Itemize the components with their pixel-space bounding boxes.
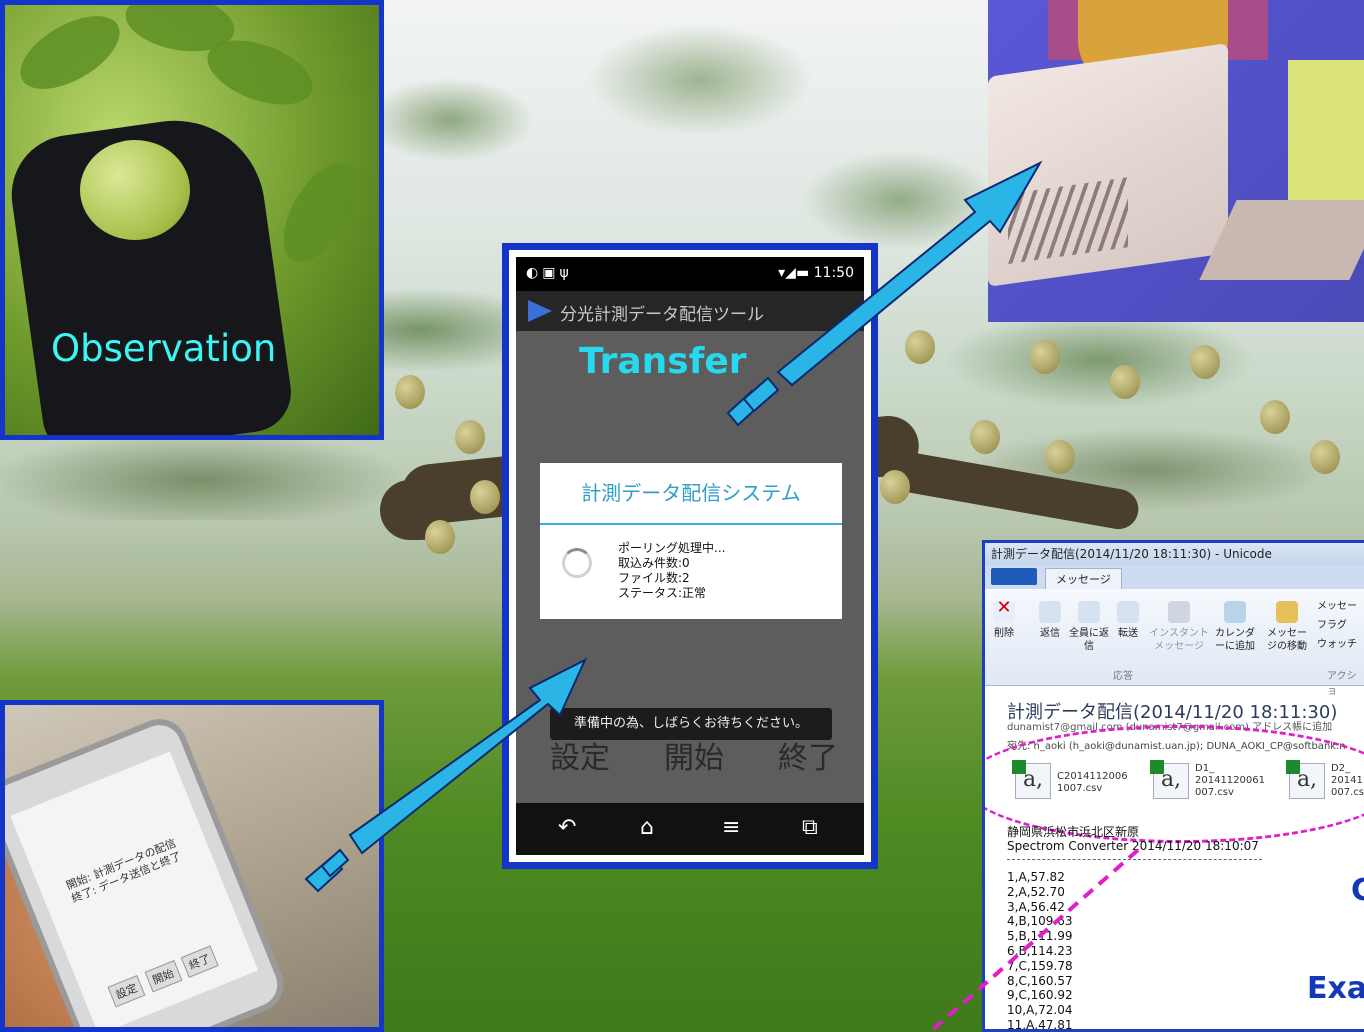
data-row: 3,A,56.42 bbox=[1007, 899, 1065, 914]
reply-all-label: 全員に返信 bbox=[1069, 628, 1109, 652]
transfer-label: Transfer bbox=[579, 341, 747, 382]
email-body-header: 静岡県浜松市浜北区新原 Spectrom Converter 2014/11/2… bbox=[1007, 825, 1259, 853]
pc-clipart bbox=[988, 0, 1364, 322]
folder-icon bbox=[1276, 601, 1298, 623]
instant-message-button[interactable]: インスタントメッセージ bbox=[1149, 601, 1209, 653]
loading-spinner-icon bbox=[562, 548, 592, 578]
dialog-title: 計測データ配信システム bbox=[581, 481, 801, 505]
window-title: 計測データ配信(2014/11/20 18:11:30) - Unicode bbox=[985, 543, 1364, 565]
reply-icon bbox=[1039, 601, 1061, 623]
converter-line: Spectrom Converter 2014/11/20 18:10:07 bbox=[1007, 839, 1259, 853]
dialog-line: ファイル数:2 bbox=[618, 571, 690, 585]
calendar-label: カレンダーに追加 bbox=[1215, 628, 1255, 652]
data-row: 8,C,160.57 bbox=[1007, 973, 1073, 988]
data-row: 7,C,159.78 bbox=[1007, 958, 1073, 973]
instant-message-icon bbox=[1168, 601, 1190, 623]
monitor-vents bbox=[1008, 177, 1128, 265]
pear bbox=[455, 420, 485, 454]
group-action-label: アクショ bbox=[1327, 671, 1357, 697]
body-divider bbox=[1007, 859, 1262, 860]
file-tab[interactable] bbox=[991, 568, 1037, 585]
forward-label: 転送 bbox=[1118, 628, 1138, 639]
toast-message: 準備中の為、しばらくお待ちください。 bbox=[550, 708, 832, 740]
pear bbox=[1030, 340, 1060, 374]
forward-button[interactable]: 転送 bbox=[1117, 601, 1139, 640]
dialog-line: ポーリング処理中... bbox=[618, 541, 726, 555]
data-row: 10,A,72.04 bbox=[1007, 1003, 1073, 1018]
move-button[interactable]: メッセージの移動 bbox=[1263, 601, 1311, 653]
dialog-line: ステータス:正常 bbox=[618, 586, 707, 600]
calendar-icon bbox=[1224, 601, 1246, 623]
leaf bbox=[268, 151, 372, 274]
delete-label: 削除 bbox=[994, 628, 1014, 639]
reply-all-button[interactable]: 全員に返信 bbox=[1069, 601, 1109, 653]
handheld-phone-photo: 開始: 計測データの配信 終了: データ送信と終了 設定 開始 終了 bbox=[0, 700, 384, 1032]
side-label: C bbox=[1351, 873, 1364, 908]
leaf bbox=[8, 5, 132, 104]
back-icon[interactable]: ↶ bbox=[558, 815, 576, 840]
message-item[interactable]: メッセー bbox=[1317, 597, 1357, 616]
tab-message[interactable]: メッセージ bbox=[1045, 568, 1122, 589]
recent-apps-icon[interactable]: ⧉ bbox=[802, 815, 818, 840]
progress-dialog: 計測データ配信システム ポーリング処理中... 取込み件数:0 ファイル数:2 … bbox=[540, 463, 842, 619]
instant-message-label: インスタントメッセージ bbox=[1149, 628, 1209, 652]
observation-photo: Observation bbox=[0, 0, 384, 440]
pear bbox=[425, 520, 455, 554]
status-clock: ▾◢▬ 11:50 bbox=[778, 265, 854, 281]
add-calendar-button[interactable]: カレンダーに追加 bbox=[1211, 601, 1259, 653]
android-nav-bar: ↶ ⌂ ≡ ⧉ bbox=[516, 803, 864, 855]
side-label: Exa bbox=[1307, 971, 1364, 1006]
pear bbox=[1190, 345, 1220, 379]
reply-label: 返信 bbox=[1040, 628, 1060, 639]
pear bbox=[1310, 440, 1340, 474]
dialog-line: 取込み件数:0 bbox=[618, 556, 690, 570]
pear bbox=[970, 420, 1000, 454]
location-line: 静岡県浜松市浜北区新原 bbox=[1007, 825, 1140, 839]
group-reply-label: 応答 bbox=[1113, 671, 1133, 682]
pear-fruit bbox=[80, 140, 190, 240]
delete-icon: ✕ bbox=[993, 599, 1015, 623]
data-row: 9,C,160.92 bbox=[1007, 988, 1073, 1003]
data-row: 2,A,52.70 bbox=[1007, 884, 1065, 899]
dialog-lines: ポーリング処理中... 取込み件数:0 ファイル数:2 ステータス:正常 bbox=[618, 541, 725, 601]
data-row: 1,A,57.82 bbox=[1007, 870, 1065, 884]
person-arm bbox=[1288, 60, 1364, 220]
pear bbox=[395, 375, 425, 409]
dialog-divider bbox=[540, 523, 842, 525]
pear bbox=[1045, 440, 1075, 474]
pear bbox=[1110, 365, 1140, 399]
data-row: 4,B,109.63 bbox=[1007, 914, 1073, 929]
reply-button[interactable]: 返信 bbox=[1039, 601, 1061, 640]
pear bbox=[470, 480, 500, 514]
data-row: 11,A,47.81 bbox=[1007, 1017, 1073, 1032]
ribbon: ✕ 削除 返信 全員に返信 転送 インスタントメッセージ カレンダーに追加 メッ… bbox=[985, 589, 1364, 697]
menu-icon[interactable]: ≡ bbox=[722, 815, 740, 840]
phone-screenshot: ◐▣ψ ▾◢▬ 11:50 分光計測データ配信ツール Transfer 設定 開… bbox=[502, 243, 878, 869]
data-row: 5,B,111.99 bbox=[1007, 929, 1073, 944]
app-title: 分光計測データ配信ツール bbox=[560, 305, 764, 325]
data-row: 6,B,114.23 bbox=[1007, 943, 1073, 958]
ribbon-tabs: メッセージ bbox=[985, 565, 1364, 589]
forward-icon bbox=[1117, 601, 1139, 623]
measurement-data: 1,A,57.82 2,A,52.70 3,A,56.42 4,B,109.63… bbox=[1007, 870, 1073, 1032]
action-items: メッセー フラグ ウォッチ bbox=[1317, 597, 1357, 654]
home-icon[interactable]: ⌂ bbox=[640, 815, 654, 840]
pear bbox=[905, 330, 935, 364]
app-title-bar: 分光計測データ配信ツール bbox=[516, 291, 864, 331]
move-label: メッセージの移動 bbox=[1267, 628, 1307, 652]
reply-all-icon bbox=[1078, 601, 1100, 623]
status-bar: ◐▣ψ ▾◢▬ 11:50 bbox=[516, 257, 864, 291]
watch-item[interactable]: ウォッチ bbox=[1317, 635, 1357, 654]
pear bbox=[880, 470, 910, 504]
status-time: 11:50 bbox=[813, 265, 854, 281]
observation-label: Observation bbox=[51, 327, 277, 370]
flag-item[interactable]: フラグ bbox=[1317, 616, 1357, 635]
status-icons: ◐▣ψ bbox=[526, 265, 573, 281]
pear bbox=[1260, 400, 1290, 434]
computer-monitor bbox=[988, 43, 1228, 287]
email-window: 計測データ配信(2014/11/20 18:11:30) - Unicode メ… bbox=[982, 540, 1364, 1032]
delete-button[interactable]: ✕ 削除 bbox=[993, 599, 1015, 640]
send-arrow-icon bbox=[528, 300, 552, 322]
